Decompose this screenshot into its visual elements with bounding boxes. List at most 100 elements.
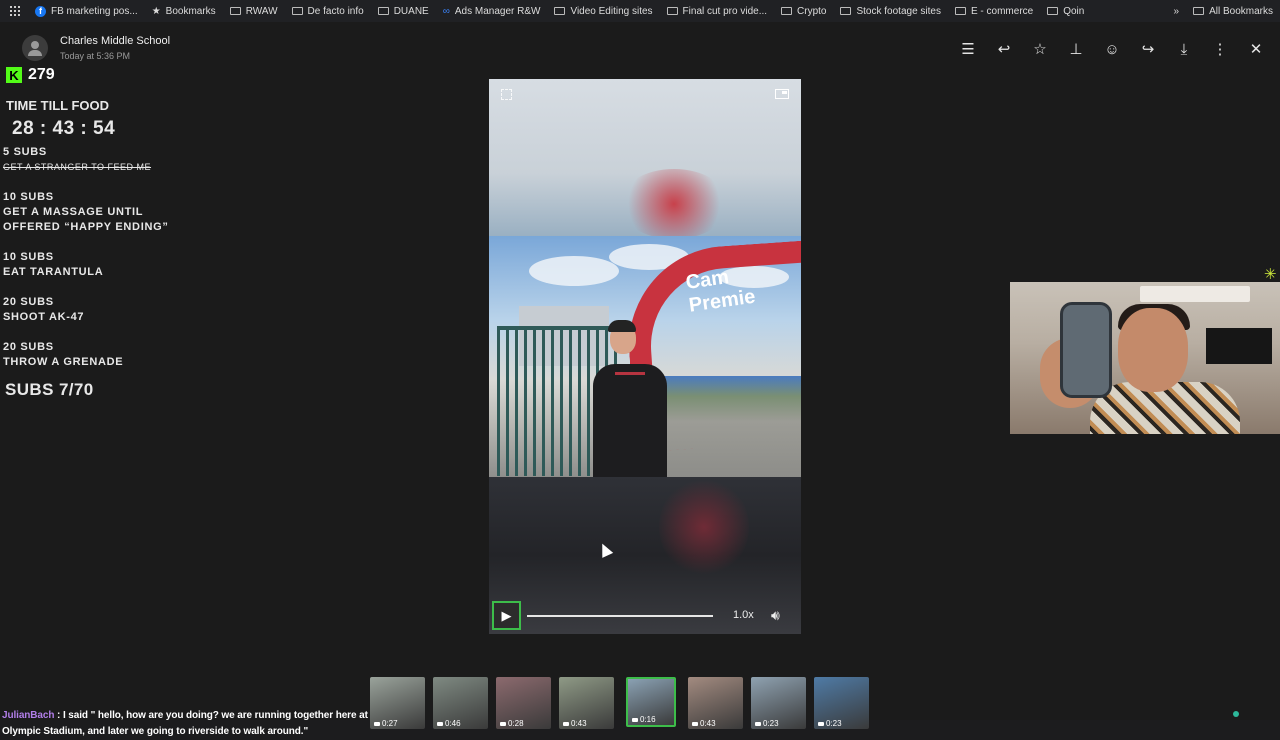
- goal-subs: 5 SUBS: [3, 146, 47, 158]
- picture-in-picture-icon[interactable]: [775, 89, 789, 99]
- bookmark-label: E - commerce: [970, 5, 1034, 17]
- summary-icon[interactable]: ☰: [950, 38, 986, 60]
- bookmark-fb-marketing[interactable]: f FB marketing pos...: [28, 5, 145, 17]
- media-thumbnail[interactable]: 0:28: [496, 677, 551, 729]
- avatar[interactable]: [22, 35, 48, 61]
- chat-text-line2: Olympic Stadium, and later we going to r…: [2, 726, 309, 737]
- bookmark-label: RWAW: [245, 5, 278, 17]
- goal-subs: 10 SUBS: [3, 251, 54, 263]
- bookmark-crypto[interactable]: Crypto: [774, 6, 833, 17]
- video-controls: ▶ 1.0x 🔊︎: [489, 598, 801, 634]
- message-timestamp: Today at 5:36 PM: [60, 51, 131, 61]
- chat-separator: :: [54, 710, 63, 721]
- video-player[interactable]: Cam Premie ▶ 1.0x 🔊︎: [489, 79, 801, 634]
- media-thumbnail[interactable]: 0:23: [814, 677, 869, 729]
- bookmark-label: Qoin: [1063, 5, 1085, 17]
- folder-icon: [1047, 7, 1059, 15]
- bookmark-video-editing[interactable]: Video Editing sites: [547, 6, 659, 17]
- folder-icon: [377, 7, 389, 15]
- play-button[interactable]: ▶: [492, 601, 521, 630]
- goal-subs: 20 SUBS: [3, 341, 54, 353]
- goal-item: 10 SUBS GET A MASSAGE UNTIL OFFERED “HAP…: [3, 190, 169, 235]
- media-thumbnail[interactable]: 0:27: [370, 677, 425, 729]
- bookmark-label: FB marketing pos...: [51, 5, 138, 17]
- chevron-double-right-icon: »: [1173, 5, 1180, 17]
- bookmark-final-cut[interactable]: Final cut pro vide...: [660, 6, 774, 17]
- kick-logo: K: [6, 67, 22, 83]
- sender-name: Charles Middle School: [60, 35, 171, 47]
- goal-task: SHOOT AK-47: [3, 311, 85, 323]
- bookmark-label: Ads Manager R&W: [454, 5, 541, 17]
- video-blur-top: [489, 79, 801, 239]
- star-icon[interactable]: ☆: [1022, 38, 1058, 60]
- thumbnail-duration: 0:43: [692, 719, 716, 728]
- folder-icon: [666, 7, 678, 15]
- volume-icon[interactable]: 🔊︎: [771, 607, 780, 624]
- bookmark-rwaw[interactable]: RWAW: [223, 6, 285, 17]
- message-header: Charles Middle School Today at 5:36 PM: [22, 35, 170, 61]
- bookmark-de-facto[interactable]: De facto info: [285, 6, 371, 17]
- thumbnail-duration: 0:28: [500, 719, 524, 728]
- goal-task: GET A MASSAGE UNTIL: [3, 206, 144, 218]
- media-thumbnail-strip: 0:27 0:46 0:28 0:43 0:16 0:43 0:23 0:23: [370, 677, 869, 729]
- bookmark-bookmarks[interactable]: ★ Bookmarks: [145, 6, 223, 17]
- facebook-icon: f: [35, 5, 46, 17]
- apps-grid-icon[interactable]: [10, 6, 20, 16]
- person: [593, 364, 667, 478]
- media-thumbnail[interactable]: 0:43: [559, 677, 614, 729]
- goal-item: 10 SUBS EAT TARANTULA: [3, 250, 103, 280]
- folder-icon: [291, 7, 303, 15]
- bookmark-label: Video Editing sites: [570, 5, 653, 17]
- thumbnail-duration: 0:23: [818, 719, 842, 728]
- play-icon: ▶: [501, 607, 512, 623]
- phone: [1060, 302, 1112, 398]
- thumbnail-duration: 0:23: [755, 719, 779, 728]
- media-thumbnail[interactable]: 0:46: [433, 677, 488, 729]
- folder-icon: [554, 7, 566, 15]
- video-frame: Cam Premie: [489, 236, 801, 478]
- goal-item: 20 SUBS THROW A GRENADE: [3, 340, 123, 370]
- bookmark-ads-manager[interactable]: ∞ Ads Manager R&W: [436, 6, 548, 17]
- status-dot: [1233, 711, 1239, 717]
- subs-progress: SUBS 7/70: [5, 380, 94, 399]
- forward-icon[interactable]: ↪: [1130, 38, 1166, 60]
- progress-track[interactable]: [527, 615, 713, 617]
- timer-title: TIME TILL FOOD: [6, 98, 110, 113]
- kick-counter: K 279: [6, 66, 55, 84]
- media-viewer: Charles Middle School Today at 5:36 PM ☰…: [0, 22, 1280, 737]
- bookmark-stock-footage[interactable]: Stock footage sites: [833, 6, 948, 17]
- bookmarks-bar: f FB marketing pos... ★ Bookmarks RWAW De …: [0, 0, 1280, 22]
- bookmarks-overflow-button[interactable]: »: [1167, 6, 1187, 17]
- goal-item: 20 SUBS SHOOT AK-47: [3, 295, 84, 325]
- chat-text-line1: I said " hello, how are you doing? we ar…: [62, 710, 368, 721]
- all-bookmarks[interactable]: All Bookmarks: [1186, 6, 1280, 17]
- bookmark-label: Bookmarks: [165, 5, 216, 17]
- bookmark-ecommerce[interactable]: E - commerce: [948, 6, 1040, 17]
- playback-speed[interactable]: 1.0x: [733, 609, 754, 621]
- sparkle-icon: ✳: [1264, 266, 1277, 283]
- air-conditioner: [1140, 286, 1250, 302]
- goal-item: 5 SUBS GET A STRANGER TO FEED ME: [3, 145, 151, 175]
- chat-message: JulianBach : I said " hello, how are you…: [2, 708, 368, 740]
- folder-icon: [840, 7, 852, 15]
- bookmark-label: DUANE: [393, 5, 429, 17]
- bookmark-label: Final cut pro vide...: [682, 5, 768, 17]
- webcam-overlay: [1010, 282, 1280, 434]
- media-thumbnail[interactable]: 0:23: [751, 677, 806, 729]
- media-thumbnail[interactable]: 0:43: [688, 677, 743, 729]
- reply-icon[interactable]: ↩: [986, 38, 1022, 60]
- fullscreen-icon[interactable]: [501, 89, 512, 100]
- pin-icon[interactable]: ⊥: [1058, 38, 1094, 60]
- more-icon[interactable]: ⋮: [1202, 38, 1238, 60]
- bookmark-label: De facto info: [307, 5, 364, 17]
- viewer-toolbar: ☰ ↩ ☆ ⊥ ☺ ↪ ⤓ ⋮ ✕: [950, 38, 1274, 60]
- emoji-icon[interactable]: ☺: [1094, 38, 1130, 60]
- bookmark-qoin[interactable]: Qoin: [1040, 6, 1091, 17]
- television: [1206, 328, 1272, 364]
- bookmark-label: Stock footage sites: [856, 5, 941, 17]
- close-icon[interactable]: ✕: [1238, 38, 1274, 60]
- download-icon[interactable]: ⤓: [1166, 38, 1202, 60]
- folder-icon: [1193, 7, 1205, 15]
- bookmark-duane[interactable]: DUANE: [371, 6, 436, 17]
- goal-subs: 20 SUBS: [3, 296, 54, 308]
